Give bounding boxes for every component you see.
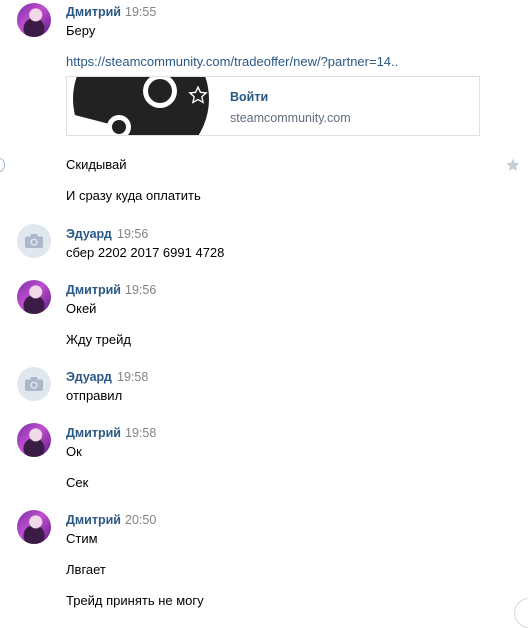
link-preview-card[interactable]: Войти steamcommunity.com <box>66 76 480 136</box>
avatar[interactable] <box>17 224 51 258</box>
link-card-title[interactable]: Войти <box>230 90 268 104</box>
author-name[interactable]: Эдуард <box>66 370 112 384</box>
author-name[interactable]: Дмитрий <box>66 426 121 440</box>
message-time[interactable]: 19:58 <box>117 370 148 384</box>
message-text: Окей <box>66 301 97 316</box>
message-time[interactable]: 19:58 <box>125 426 156 440</box>
message-text: И сразу куда оплатить <box>66 188 201 203</box>
avatar[interactable] <box>17 3 51 37</box>
message-text: Трейд принять не могу <box>66 593 204 608</box>
avatar[interactable] <box>17 510 51 544</box>
scroll-down-button[interactable] <box>514 598 528 628</box>
message-text: Беру <box>66 23 96 38</box>
message-text: сбер 2202 2017 6991 4728 <box>66 245 225 260</box>
message-text: Сек <box>66 475 89 490</box>
avatar[interactable] <box>17 280 51 314</box>
star-icon[interactable] <box>505 157 521 173</box>
message-time[interactable]: 19:56 <box>117 227 148 241</box>
message-text: Жду трейд <box>66 332 131 347</box>
author-name[interactable]: Дмитрий <box>66 513 121 527</box>
camera-icon <box>25 234 43 248</box>
message-time[interactable]: 20:50 <box>125 513 156 527</box>
message-time[interactable]: 19:56 <box>125 283 156 297</box>
select-message-checkbox[interactable] <box>0 158 5 172</box>
message-text: Скидывай <box>66 157 127 172</box>
message-text: Лвгает <box>66 562 106 577</box>
avatar[interactable] <box>17 367 51 401</box>
link-card-domain: steamcommunity.com <box>230 111 351 125</box>
avatar[interactable] <box>17 423 51 457</box>
author-name[interactable]: Дмитрий <box>66 5 121 19</box>
message-text: отправил <box>66 388 123 403</box>
author-name[interactable]: Дмитрий <box>66 283 121 297</box>
message-text: Ок <box>66 444 82 459</box>
author-name[interactable]: Эдуард <box>66 227 112 241</box>
star-icon[interactable] <box>188 85 208 105</box>
message-time[interactable]: 19:55 <box>125 5 156 19</box>
message-link[interactable]: https://steamcommunity.com/tradeoffer/ne… <box>66 54 398 69</box>
camera-icon <box>25 377 43 391</box>
message-text: Стим <box>66 531 98 546</box>
